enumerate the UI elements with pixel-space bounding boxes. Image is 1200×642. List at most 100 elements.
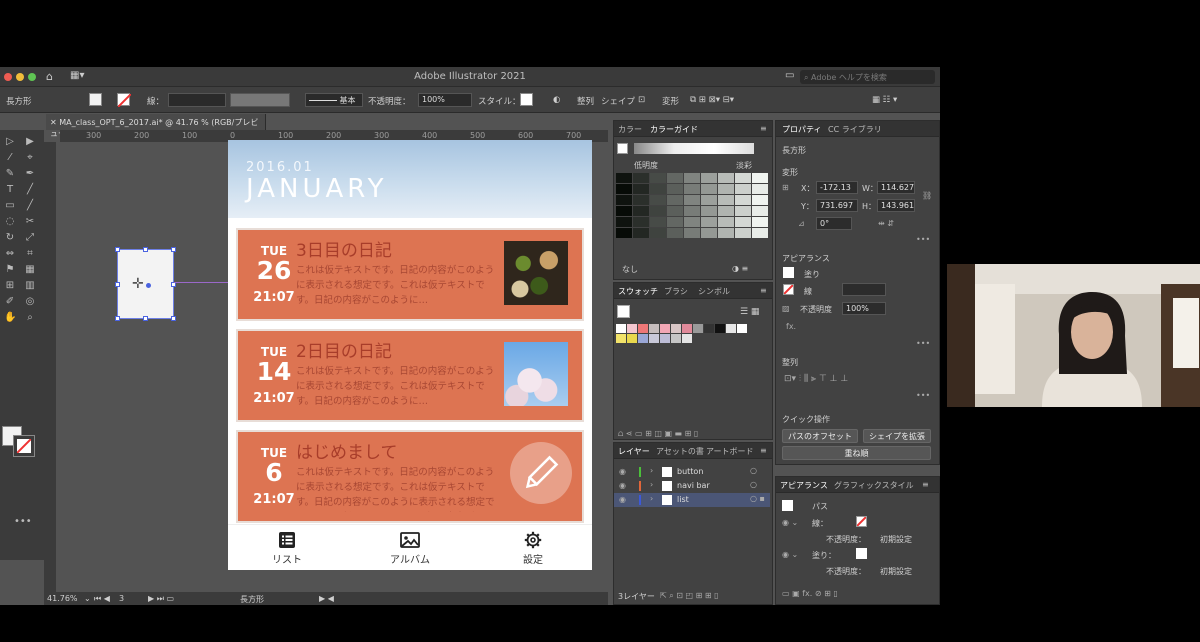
color-variation-cell[interactable] (701, 217, 717, 227)
fill-visibility-icon[interactable]: ◉ ⌄ (782, 550, 798, 559)
color-variation-cell[interactable] (684, 173, 700, 183)
layer-name[interactable]: button (677, 467, 703, 476)
shape-builder-icon[interactable]: ⚑ (4, 264, 16, 276)
rectangle-tool-icon[interactable]: ▭ (4, 200, 16, 212)
color-variation-cell[interactable] (718, 217, 734, 227)
tab-album[interactable]: アルバム (365, 525, 455, 570)
panel-arrange-icon[interactable]: ▦ ☷ ▾ (872, 95, 897, 105)
selection-tool-icon[interactable]: ▷ (4, 136, 16, 148)
color-variation-cell[interactable] (735, 184, 751, 194)
fx-icon[interactable]: fx. (786, 322, 796, 331)
color-variation-cell[interactable] (650, 184, 666, 194)
color-variation-cell[interactable] (667, 173, 683, 183)
panel-menu-icon[interactable]: ≡ (760, 286, 767, 295)
color-variation-cell[interactable] (616, 195, 632, 205)
color-variation-grid[interactable] (616, 173, 772, 239)
color-variation-cell[interactable] (633, 173, 649, 183)
status-arrow-icon[interactable]: ▶ ◀ (319, 594, 334, 603)
selection-handle[interactable] (171, 247, 176, 252)
align-link[interactable]: 整列 (577, 95, 594, 107)
swatch-footer-icons[interactable]: ⩍ ⋖ ▭ ⊞ ◫ ▣ ▬ ⊞ ▯ (618, 429, 698, 439)
zoom-tool-icon[interactable]: ⌕ (24, 312, 36, 324)
direct-selection-tool-icon[interactable]: ▶ (24, 136, 36, 148)
color-variation-cell[interactable] (650, 206, 666, 216)
swatch-cell[interactable] (627, 334, 637, 343)
color-variation-cell[interactable] (667, 184, 683, 194)
panel-toggle-icon[interactable]: ▭ (785, 70, 794, 81)
zoom-dropdown-icon[interactable]: ⌄ (84, 594, 91, 603)
color-variation-cell[interactable] (701, 195, 717, 205)
color-variation-cell[interactable] (667, 195, 683, 205)
brush-tool-icon[interactable]: ╱ (24, 200, 36, 212)
swatch-cell[interactable] (660, 324, 670, 333)
tab-asset-export[interactable]: アセットの書 (656, 446, 704, 457)
swatch-cell[interactable] (638, 334, 648, 343)
color-variation-cell[interactable] (752, 228, 768, 238)
base-color-swatch[interactable] (617, 143, 628, 154)
variable-width-field[interactable] (230, 93, 290, 107)
eye-icon[interactable]: ◉ (619, 495, 626, 504)
mesh-icon[interactable]: ⊞ (4, 280, 16, 292)
target-icon[interactable]: ○ ▪ (750, 494, 765, 503)
constrain-proportions-icon[interactable]: ⛓ (922, 191, 932, 200)
document-tab[interactable]: ✕ MA_class_OPT_6_2017.ai* @ 41.76 % (RGB… (46, 114, 266, 138)
opacity-field[interactable]: 100% (842, 302, 886, 315)
more-align-icon[interactable]: ••• (916, 391, 930, 400)
line-tool-icon[interactable]: ╱ (24, 184, 36, 196)
help-search-input[interactable]: ⌕ Adobe ヘルプを検索 (800, 70, 935, 84)
h-field[interactable]: 143.961 (877, 199, 915, 212)
color-variation-cell[interactable] (718, 206, 734, 216)
stroke-color-swatch[interactable] (783, 284, 794, 295)
color-variation-cell[interactable] (735, 217, 751, 227)
color-variation-cell[interactable] (633, 217, 649, 227)
shape-link[interactable]: シェイプ (601, 95, 635, 107)
tab-brushes[interactable]: ブラシ (664, 286, 688, 297)
expand-shape-button[interactable]: シェイプを拡張 (863, 429, 931, 443)
selection-handle[interactable] (171, 316, 176, 321)
brush-field[interactable]: 基本 (305, 93, 363, 107)
stroke-weight-field[interactable] (842, 283, 886, 296)
graphic-style-swatch[interactable] (520, 93, 533, 106)
tab-settings[interactable]: 設定 (488, 525, 578, 570)
fill-row-swatch[interactable] (856, 548, 867, 559)
tab-properties[interactable]: プロパティ (782, 124, 822, 135)
expand-chevron-icon[interactable]: › (650, 480, 653, 489)
swatch-cell[interactable] (715, 324, 725, 333)
align-buttons-icon[interactable]: ⊡▾ ⫶ ⫼ ⫸ ⊤ ⊥ ⊥ (784, 374, 848, 384)
recolor-icon[interactable]: ◐ (553, 95, 560, 105)
appearance-footer-icons[interactable]: ▭ ▣ fx. ⊘ ⊞ ▯ (782, 589, 838, 598)
color-variation-cell[interactable] (650, 173, 666, 183)
eye-icon[interactable]: ◉ (619, 481, 626, 490)
color-variation-cell[interactable] (735, 195, 751, 205)
tab-list[interactable]: リスト (242, 525, 332, 570)
color-variation-cell[interactable] (718, 184, 734, 194)
arrange-button[interactable]: 重ね順 (782, 446, 931, 460)
color-variation-cell[interactable] (752, 217, 768, 227)
swatch-cell[interactable] (682, 334, 692, 343)
edit-toolbar-icon[interactable]: ••• (14, 516, 32, 528)
tab-swatches[interactable]: スウォッチ (618, 286, 658, 297)
pen-tool-icon[interactable]: ✎ (4, 168, 16, 180)
tab-artboards[interactable]: アートボード (706, 446, 754, 457)
color-variation-cell[interactable] (684, 206, 700, 216)
swatch-cell[interactable] (649, 334, 659, 343)
swatch-cell[interactable] (682, 324, 692, 333)
more-options-icon[interactable]: ••• (916, 235, 930, 244)
color-variation-cell[interactable] (616, 184, 632, 194)
active-fill-swatch[interactable] (617, 305, 630, 318)
stroke-weight-field[interactable] (168, 93, 226, 107)
color-variation-cell[interactable] (718, 173, 734, 183)
color-variation-cell[interactable] (667, 228, 683, 238)
free-transform-icon[interactable]: ⌗ (24, 248, 36, 260)
panel-menu-icon[interactable]: ≡ (760, 446, 767, 455)
panel-menu-icon[interactable]: ≡ (760, 124, 767, 133)
stroke-visibility-icon[interactable]: ◉ ⌄ (782, 518, 798, 527)
swatch-cell[interactable] (704, 324, 714, 333)
layer-row-selected[interactable]: ◉ › list ○ ▪ (614, 493, 770, 507)
color-variation-cell[interactable] (684, 184, 700, 194)
diary-card[interactable]: TUE 26 21:07 3日目の日記 これは仮テキストです。日記の内容がこのよ… (236, 228, 584, 321)
shaper-icon[interactable]: ◌ (4, 216, 16, 228)
stroke-color-indicator[interactable] (13, 435, 35, 457)
perspective-icon[interactable]: ▦ (24, 264, 36, 276)
color-variation-cell[interactable] (633, 228, 649, 238)
